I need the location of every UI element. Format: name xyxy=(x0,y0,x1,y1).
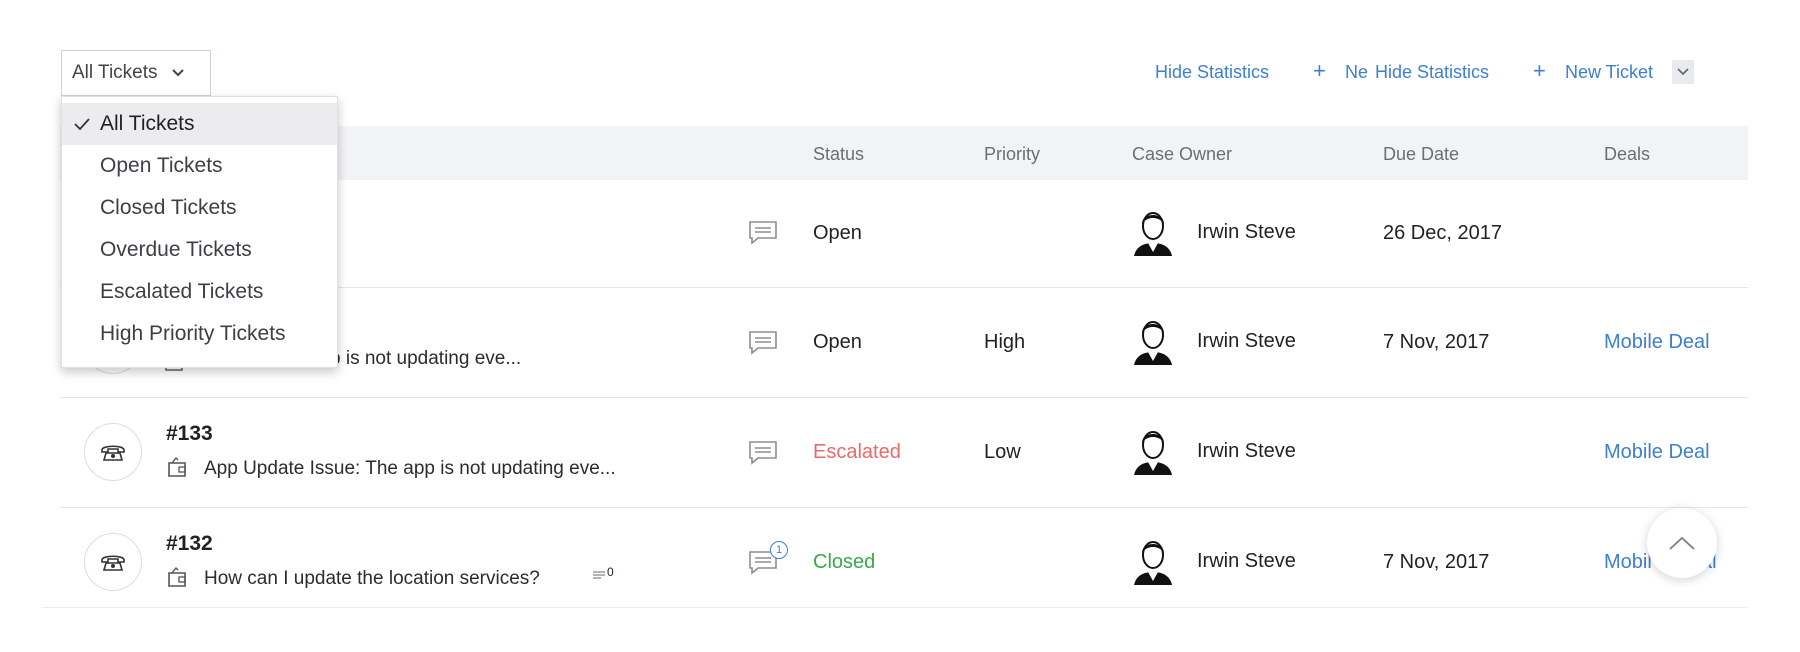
ticket-id[interactable]: #133 xyxy=(166,422,213,446)
status-text: Open xyxy=(813,222,862,244)
case-owner-name[interactable]: Irwin Steve xyxy=(1197,440,1296,463)
checkmark-icon xyxy=(74,113,90,137)
ticket-view-dropdown: All Tickets Open Tickets Closed Tickets … xyxy=(61,96,338,368)
badge-count: 1 xyxy=(775,544,783,556)
new-ticket-button[interactable]: New Ticket xyxy=(1565,62,1653,83)
avatar xyxy=(1130,206,1176,261)
deal-link[interactable]: Mobile Deal xyxy=(1604,331,1710,354)
status-text: Open xyxy=(813,331,862,353)
scroll-to-top-button[interactable] xyxy=(1647,508,1717,578)
dropdown-option-escalated-tickets[interactable]: Escalated Tickets xyxy=(62,271,337,313)
new-ticket-link-partial[interactable]: Ne xyxy=(1345,62,1367,83)
column-header-status[interactable]: Status xyxy=(813,144,864,165)
column-header-due-date[interactable]: Due Date xyxy=(1383,144,1459,165)
dropdown-option-high-priority-tickets[interactable]: High Priority Tickets xyxy=(62,313,337,355)
plus-icon: + xyxy=(1313,58,1326,83)
chevron-down-icon xyxy=(1677,68,1689,76)
due-date: 7 Nov, 2017 xyxy=(1383,551,1490,573)
dropdown-option-overdue-tickets[interactable]: Overdue Tickets xyxy=(62,229,337,271)
priority-text: High xyxy=(984,331,1026,353)
avatar xyxy=(1130,535,1176,590)
ticket-subject[interactable]: How can I update the location services? xyxy=(204,568,540,590)
column-header-case-owner[interactable]: Case Owner xyxy=(1132,144,1232,165)
dropdown-option-label: Open Tickets xyxy=(100,154,223,177)
dropdown-option-label: Escalated Tickets xyxy=(100,280,264,303)
priority-text: Low xyxy=(984,441,1021,463)
filter-label: All Tickets xyxy=(72,62,158,83)
hide-statistics-link-2[interactable]: Hide Statistics xyxy=(1375,62,1489,83)
ticket-icon xyxy=(166,456,188,483)
conversation-icon[interactable] xyxy=(748,220,778,251)
column-header-deals[interactable]: Deals xyxy=(1604,144,1650,165)
conversation-icon[interactable] xyxy=(748,330,778,361)
due-date: 7 Nov, 2017 xyxy=(1383,331,1490,353)
dropdown-option-closed-tickets[interactable]: Closed Tickets xyxy=(62,187,337,229)
conversation-icon[interactable] xyxy=(748,440,778,471)
conversation-count-badge: 1 xyxy=(770,541,788,559)
status-escalated: Escalated xyxy=(813,441,901,463)
comment-lines-icon xyxy=(593,571,605,579)
chevron-down-icon xyxy=(171,66,184,80)
ticket-view-filter[interactable]: All Tickets xyxy=(61,50,211,96)
row-divider xyxy=(42,607,1748,608)
dropdown-option-all-tickets[interactable]: All Tickets xyxy=(62,103,337,145)
avatar xyxy=(1130,425,1176,480)
dropdown-option-label: All Tickets xyxy=(100,112,195,135)
ticket-id[interactable]: #132 xyxy=(166,532,213,556)
comment-count-value: 0 xyxy=(607,565,614,579)
comment-count: 0 xyxy=(592,565,614,582)
chevron-up-icon xyxy=(1669,536,1695,550)
phone-channel-icon xyxy=(84,533,142,591)
deal-link[interactable]: Mobile Deal xyxy=(1604,441,1710,464)
new-ticket-options-button[interactable] xyxy=(1672,60,1694,84)
ticket-subject[interactable]: App Update Issue: The app is not updatin… xyxy=(204,458,616,480)
phone-channel-icon xyxy=(84,423,142,481)
plus-icon: + xyxy=(1533,58,1546,83)
dropdown-option-label: Closed Tickets xyxy=(100,196,237,219)
case-owner-name[interactable]: Irwin Steve xyxy=(1197,550,1296,573)
row-divider xyxy=(60,397,1748,398)
due-date: 26 Dec, 2017 xyxy=(1383,222,1502,244)
row-divider xyxy=(60,507,1748,508)
column-header-priority[interactable]: Priority xyxy=(984,144,1040,165)
status-closed: Closed xyxy=(813,551,876,573)
dropdown-option-open-tickets[interactable]: Open Tickets xyxy=(62,145,337,187)
avatar xyxy=(1130,315,1176,370)
case-owner-name[interactable]: Irwin Steve xyxy=(1197,330,1296,353)
deal-link[interactable]: Mobil xyxy=(1604,551,1652,574)
case-owner-name[interactable]: Irwin Steve xyxy=(1197,221,1296,244)
dropdown-option-label: High Priority Tickets xyxy=(100,322,286,345)
hide-statistics-link[interactable]: Hide Statistics xyxy=(1155,62,1269,83)
ticket-icon xyxy=(166,566,188,593)
dropdown-option-label: Overdue Tickets xyxy=(100,238,252,261)
